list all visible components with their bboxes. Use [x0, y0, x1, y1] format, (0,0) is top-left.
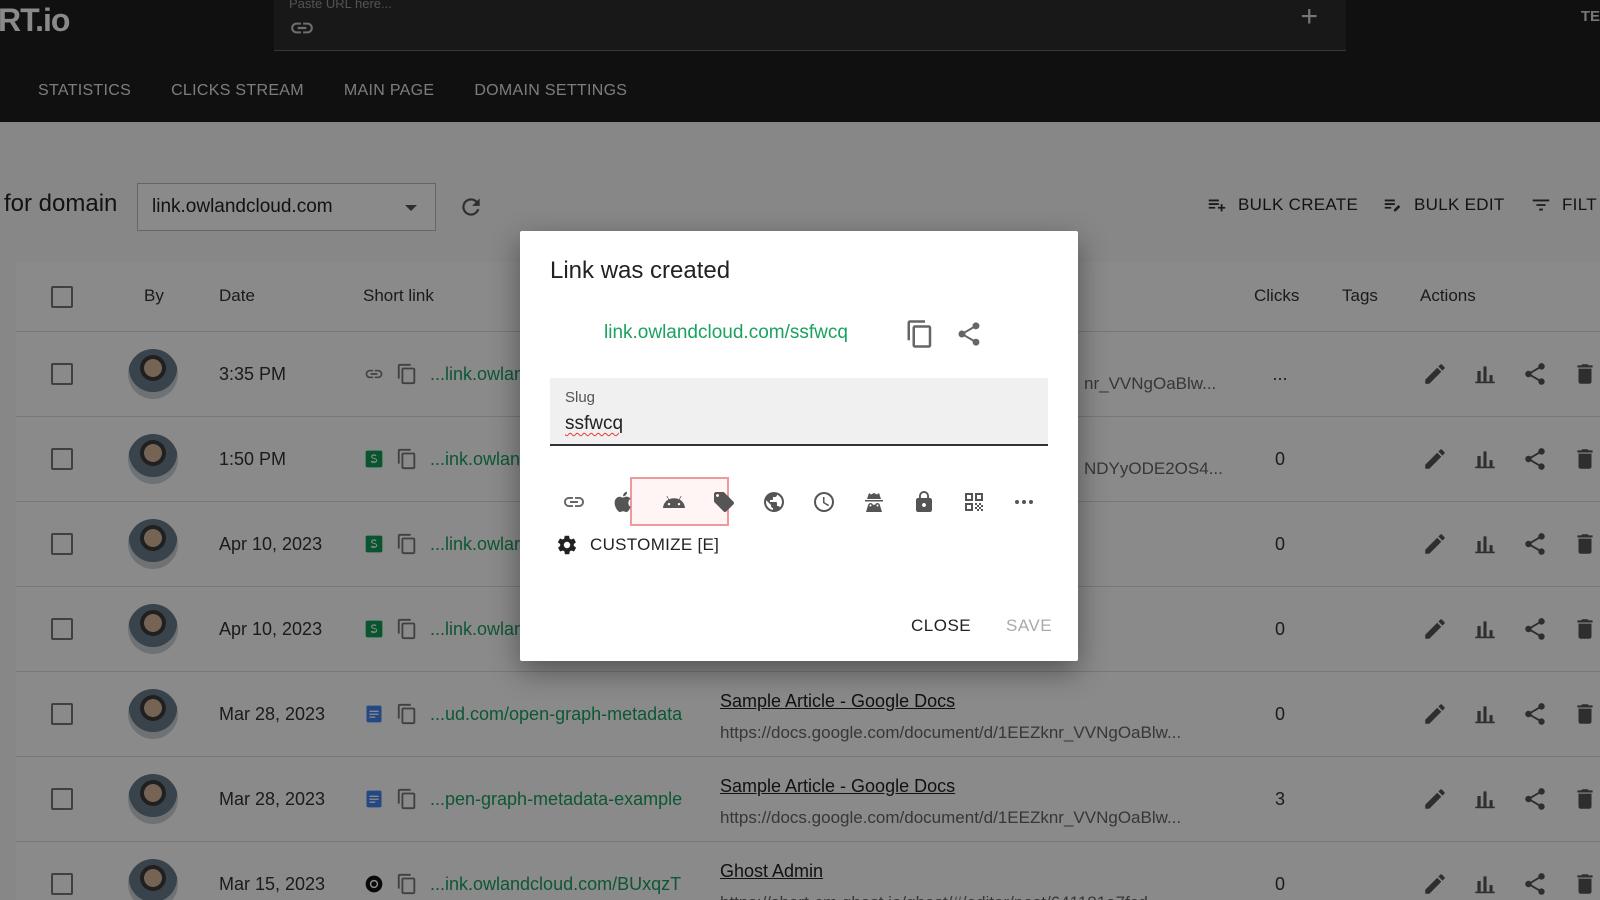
link-icon[interactable] — [562, 490, 586, 514]
customize-label: CUSTOMIZE [E] — [590, 535, 720, 554]
save-button[interactable]: SAVE — [1006, 616, 1052, 636]
more-icon[interactable] — [1012, 490, 1036, 514]
apple-icon[interactable] — [612, 490, 636, 514]
feature-icon-row — [550, 477, 1048, 527]
lock-icon[interactable] — [912, 490, 936, 514]
gear-icon — [557, 535, 577, 555]
spy-icon[interactable] — [862, 490, 886, 514]
android-icon[interactable] — [662, 490, 686, 514]
globe-icon[interactable] — [762, 490, 786, 514]
clock-icon[interactable] — [812, 490, 836, 514]
slug-field[interactable]: Slug ssfwcq — [550, 378, 1048, 446]
customize-button[interactable]: CUSTOMIZE [E] — [556, 534, 719, 556]
link-created-dialog: Link was created link.owlandcloud.com/ss… — [520, 231, 1078, 661]
close-button[interactable]: CLOSE — [911, 616, 971, 636]
created-short-link[interactable]: link.owlandcloud.com/ssfwcq — [604, 322, 848, 344]
copy-icon[interactable] — [905, 319, 935, 354]
qr-code-icon[interactable] — [962, 490, 986, 514]
dialog-title: Link was created — [550, 257, 731, 284]
slug-label: Slug — [565, 389, 596, 406]
slug-input-value[interactable]: ssfwcq — [565, 413, 623, 435]
share-icon[interactable] — [955, 320, 983, 353]
tag-icon[interactable] — [712, 490, 736, 514]
